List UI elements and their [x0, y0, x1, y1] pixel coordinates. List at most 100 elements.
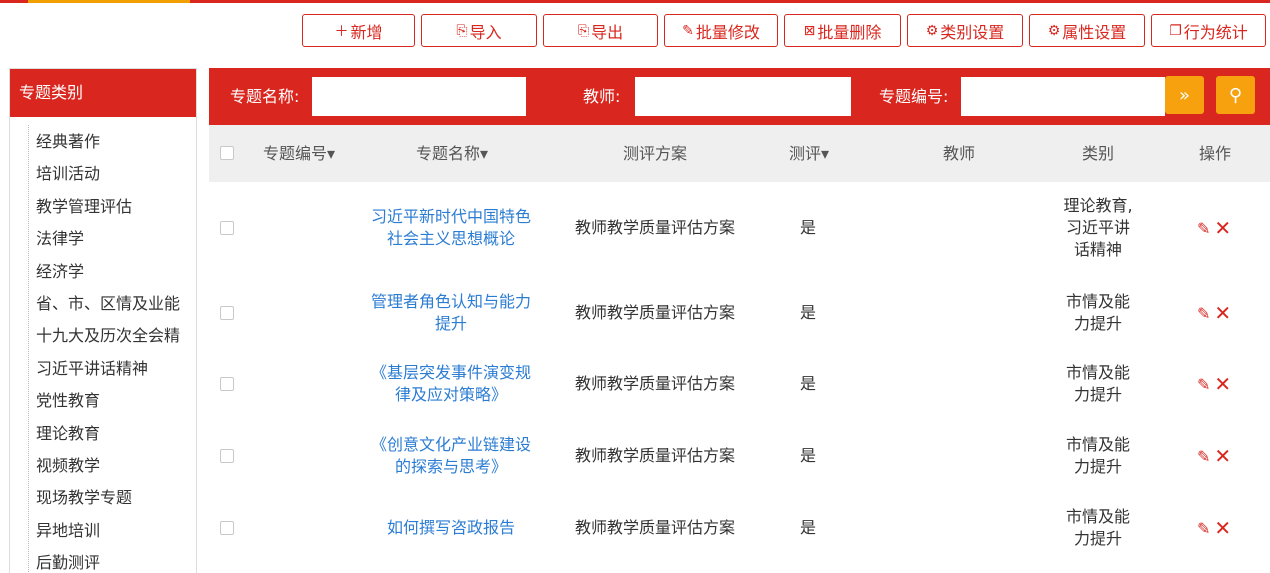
eval-cell: 是 [799, 518, 817, 537]
col-ops-header: 操作 [1198, 144, 1232, 163]
plus-icon: ＋ [334, 23, 349, 40]
tree-item[interactable]: 培训活动 [36, 159, 196, 191]
category-line: 理论教育, [1063, 196, 1133, 215]
category-line: 市情及能 [1065, 507, 1131, 526]
col-eval-header[interactable]: 测评▾ [789, 125, 829, 182]
import-button-label: 导入 [469, 22, 502, 42]
tree-item[interactable]: 现场教学专题 [36, 483, 196, 515]
search-icon: ⚲ [1228, 84, 1243, 106]
topic-name-link[interactable]: 如何撰写咨政报告 [387, 517, 515, 539]
tree-item[interactable]: 经济学 [36, 257, 196, 289]
table-row: 《基层突发事件演变规 律及应对策略》 教师教学质量评估方案 是 市情及能 力提升 ✎… [209, 348, 1270, 420]
eval-cell: 是 [799, 218, 817, 237]
delete-box-icon: ⊠ [803, 22, 816, 39]
close-icon[interactable]: ✕ [1214, 374, 1231, 394]
attribute-settings-button-label: 属性设置 [1062, 22, 1127, 42]
topic-name-line: 律及应对策略》 [394, 385, 508, 404]
edit-icon[interactable]: ✎ [1197, 304, 1210, 323]
teacher-search-input[interactable] [635, 77, 851, 116]
tree-item[interactable]: 法律学 [36, 224, 196, 256]
row-actions: ✎ ✕ [1197, 446, 1231, 466]
category-line: 力提升 [1073, 314, 1123, 333]
toolbar: ＋新增 ⎘ 导入 ⎘ 导出 ✎ 批量修改 ⊠ 批量删除 ⚙ 类别设置 ⚙ 属性设置 ❐ 行为统… [302, 14, 1266, 47]
import-button[interactable]: ⎘ 导入 [421, 14, 537, 47]
add-button-label: 新增 [350, 22, 383, 42]
code-search-input[interactable] [961, 77, 1165, 116]
batch-edit-button-label: 批量修改 [695, 22, 760, 42]
topic-name-line: 如何撰写咨政报告 [386, 518, 516, 537]
batch-edit-button[interactable]: ✎ 批量修改 [664, 14, 778, 47]
row-checkbox[interactable] [220, 221, 234, 235]
category-cell: 市情及能 力提升 [1066, 291, 1130, 335]
tree-item[interactable]: 省、市、区情及业能 [36, 289, 196, 321]
teacher-search-label: 教师: [583, 87, 621, 106]
expand-button[interactable]: » [1165, 76, 1204, 114]
close-icon[interactable]: ✕ [1214, 446, 1231, 466]
plan-cell: 教师教学质量评估方案 [574, 446, 736, 465]
sidebar-title: 专题类别 [10, 69, 196, 117]
tree-item[interactable]: 经典著作 [36, 127, 196, 159]
table-header: 专题编号▾ 专题名称▾ 测评方案 测评▾ 教师 类别 操作 [209, 125, 1270, 182]
tree-item[interactable]: 十九大及历次全会精 [36, 321, 196, 353]
behavior-stats-button[interactable]: ❐ 行为统计 [1151, 14, 1266, 47]
plan-cell: 教师教学质量评估方案 [574, 374, 736, 393]
export-button[interactable]: ⎘ 导出 [543, 14, 658, 47]
attribute-settings-button[interactable]: ⚙ 属性设置 [1029, 14, 1145, 47]
export-button-label: 导出 [591, 22, 624, 42]
category-line: 话精神 [1073, 240, 1122, 259]
edit-icon[interactable]: ✎ [1197, 375, 1210, 394]
search-button[interactable]: ⚲ [1216, 76, 1255, 114]
batch-delete-button-label: 批量删除 [817, 22, 882, 42]
tree-item[interactable]: 教学管理评估 [36, 192, 196, 224]
close-icon[interactable]: ✕ [1214, 518, 1231, 538]
tree-item[interactable]: 异地培训 [36, 516, 196, 548]
search-bar: 专题名称: 教师: 专题编号: » ⚲ [209, 68, 1270, 125]
add-button[interactable]: ＋新增 [302, 14, 415, 47]
row-checkbox[interactable] [220, 306, 234, 320]
topic-name-link[interactable]: 管理者角色认知与能力 提升 [371, 291, 531, 335]
row-checkbox[interactable] [220, 377, 234, 391]
col-code-header[interactable]: 专题编号▾ [263, 125, 335, 182]
name-search-input[interactable] [312, 77, 526, 116]
col-name-header[interactable]: 专题名称▾ [416, 125, 488, 182]
topic-name-line: 的探索与思考》 [394, 457, 508, 476]
category-settings-button[interactable]: ⚙ 类别设置 [907, 14, 1023, 47]
category-line: 市情及能 [1065, 292, 1131, 311]
table-row: 管理者角色认知与能力 提升 教师教学质量评估方案 是 市情及能力提升 ✎ ✕ [209, 277, 1270, 349]
close-icon[interactable]: ✕ [1214, 303, 1231, 323]
select-all-checkbox[interactable] [220, 146, 234, 160]
close-icon[interactable]: ✕ [1214, 218, 1231, 238]
tree-item[interactable]: 后勤测评 [36, 548, 196, 573]
edit-icon: ✎ [682, 22, 694, 39]
edit-icon[interactable]: ✎ [1197, 219, 1210, 238]
name-search-label: 专题名称: [230, 87, 300, 106]
category-line: 力提升 [1073, 385, 1123, 404]
topic-name-line: 《创意文化产业链建设 [370, 435, 532, 454]
eval-cell: 是 [799, 374, 817, 393]
col-category-header: 类别 [1081, 144, 1115, 163]
category-cell: 市情及能 力提升 [1066, 362, 1130, 406]
tree-item[interactable]: 视频教学 [36, 451, 196, 483]
tree-item[interactable]: 习近平讲话精神 [36, 354, 196, 386]
plan-cell: 教师教学质量评估方案 [574, 518, 736, 537]
plan-cell: 教师教学质量评估方案 [574, 218, 736, 237]
topic-name-link[interactable]: 习近平新时代中国特色 社会主义思想概论 [371, 206, 531, 250]
topic-name-link[interactable]: 《基层突发事件演变规 律及应对策略》 [371, 362, 531, 406]
row-checkbox[interactable] [220, 521, 234, 535]
edit-icon[interactable]: ✎ [1197, 519, 1210, 538]
batch-delete-button[interactable]: ⊠ 批量删除 [784, 14, 901, 47]
row-actions: ✎ ✕ [1197, 518, 1231, 538]
topic-name-line: 习近平新时代中国特色 [370, 207, 532, 226]
row-checkbox[interactable] [220, 449, 234, 463]
edit-icon[interactable]: ✎ [1197, 447, 1210, 466]
topic-name-line: 管理者角色认知与能力 [370, 292, 532, 311]
category-line: 力提升 [1073, 529, 1123, 548]
tree-item[interactable]: 理论教育 [36, 419, 196, 451]
tree-item[interactable]: 党性教育 [36, 386, 196, 418]
col-plan-header: 测评方案 [622, 144, 688, 163]
import-icon: ⎘ [456, 22, 468, 39]
topic-name-link[interactable]: 《创意文化产业链建设 的探索与思考》 [371, 434, 531, 478]
table-row: 如何撰写咨政报告 教师教学质量评估方案 是 市情及能力提升 ✎ ✕ [209, 492, 1270, 564]
plan-cell: 教师教学质量评估方案 [574, 303, 736, 322]
eval-cell: 是 [799, 303, 817, 322]
